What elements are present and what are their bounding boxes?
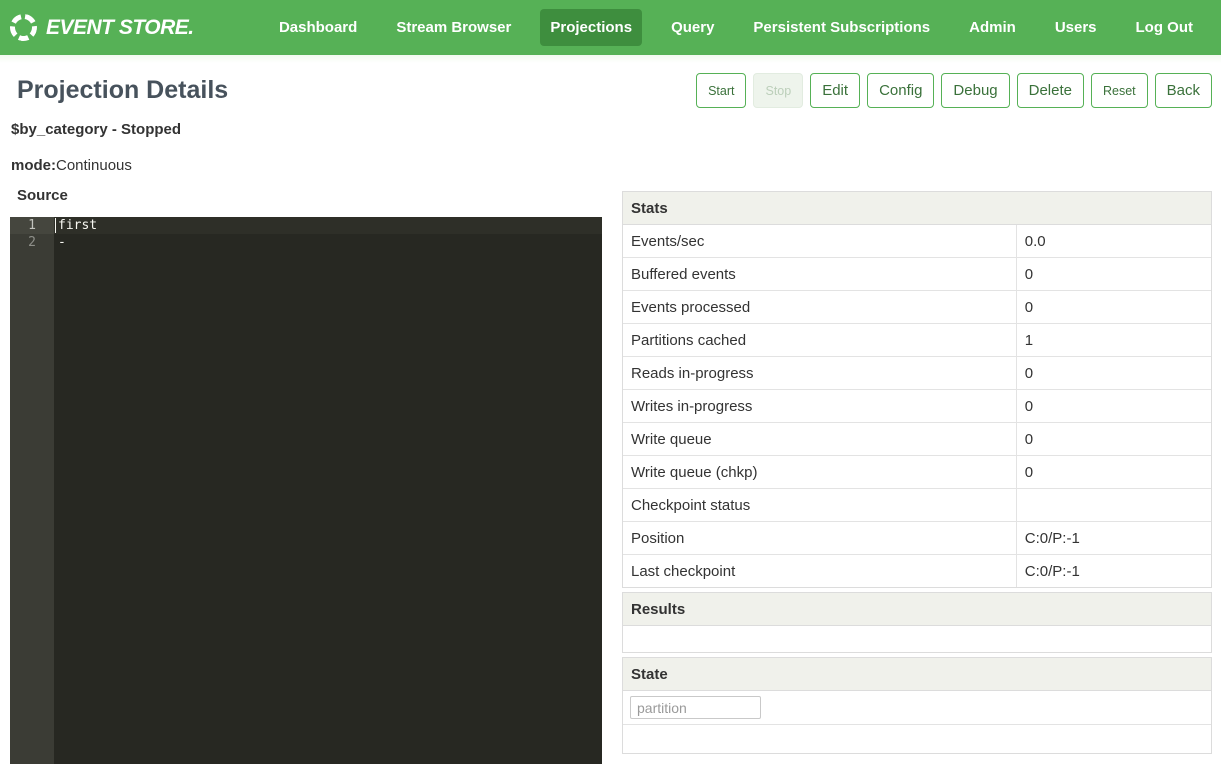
stat-label: Checkpoint status bbox=[623, 489, 1016, 521]
stat-row: Reads in-progress 0 bbox=[623, 357, 1211, 390]
stat-label: Partitions cached bbox=[623, 324, 1016, 356]
page-tint-strip bbox=[0, 55, 1221, 63]
action-button[interactable]: Delete bbox=[1017, 73, 1084, 108]
stats-rows: Events/sec 0.0 Buffered events 0 Events … bbox=[623, 225, 1211, 587]
stat-label: Write queue bbox=[623, 423, 1016, 455]
mode-label: mode: bbox=[11, 157, 56, 174]
stat-label: Write queue (chkp) bbox=[623, 456, 1016, 488]
nav-item[interactable]: Admin bbox=[959, 9, 1026, 46]
nav-item[interactable]: Query bbox=[661, 9, 724, 46]
action-button[interactable]: Edit bbox=[810, 73, 860, 108]
stat-value: C:0/P:-1 bbox=[1016, 522, 1211, 554]
page-header: Projection Details StartStopEditConfigDe… bbox=[10, 63, 1212, 116]
editor-code-area[interactable]: first- bbox=[54, 217, 602, 764]
stat-value: 0 bbox=[1016, 291, 1211, 323]
stat-value: 0.0 bbox=[1016, 225, 1211, 257]
source-label: Source bbox=[10, 187, 602, 204]
stat-label: Events/sec bbox=[623, 225, 1016, 257]
nav-item[interactable]: Dashboard bbox=[269, 9, 367, 46]
action-button[interactable]: Back bbox=[1155, 73, 1212, 108]
results-empty-row bbox=[623, 626, 1211, 652]
brand-name: EVENT STORE. bbox=[46, 16, 194, 40]
partition-input[interactable] bbox=[630, 696, 761, 719]
stats-panel-title: Stats bbox=[623, 192, 1211, 225]
source-section: Source 12 first- bbox=[10, 187, 602, 764]
nav-item[interactable]: Persistent Subscriptions bbox=[743, 9, 940, 46]
nav-item[interactable]: Stream Browser bbox=[386, 9, 521, 46]
results-panel: Results bbox=[622, 592, 1212, 653]
action-button[interactable]: Reset bbox=[1091, 73, 1148, 108]
stat-row: Events/sec 0.0 bbox=[623, 225, 1211, 258]
stat-row: Events processed 0 bbox=[623, 291, 1211, 324]
action-button[interactable]: Start bbox=[696, 73, 746, 108]
results-panel-title: Results bbox=[623, 593, 1211, 626]
stat-label: Events processed bbox=[623, 291, 1016, 323]
eventstore-logo[interactable]: EVENT STORE. bbox=[10, 14, 194, 41]
stats-panel: Stats Events/sec 0.0 Buffered events 0 E… bbox=[622, 191, 1212, 588]
code-line: first bbox=[54, 217, 602, 234]
code-line: - bbox=[54, 234, 602, 251]
nav-item[interactable]: Users bbox=[1045, 9, 1107, 46]
action-button[interactable]: Debug bbox=[941, 73, 1009, 108]
stat-value bbox=[1016, 489, 1211, 521]
state-panel: State bbox=[622, 657, 1212, 754]
stat-row: Partitions cached 1 bbox=[623, 324, 1211, 357]
top-navbar: EVENT STORE. Dashboard Stream Browser Proj… bbox=[0, 0, 1221, 55]
page-title: Projection Details bbox=[10, 76, 228, 105]
stat-row: Position C:0/P:-1 bbox=[623, 522, 1211, 555]
stat-label: Writes in-progress bbox=[623, 390, 1016, 422]
action-button[interactable]: Stop bbox=[753, 73, 803, 108]
stat-label: Reads in-progress bbox=[623, 357, 1016, 389]
editor-line-numbers: 12 bbox=[10, 217, 54, 764]
line-number: 1 bbox=[10, 217, 54, 234]
source-code-editor[interactable]: 12 first- bbox=[10, 217, 602, 764]
state-empty-row bbox=[623, 725, 1211, 753]
state-input-row bbox=[623, 691, 1211, 725]
stat-row: Last checkpoint C:0/P:-1 bbox=[623, 555, 1211, 587]
stat-row: Checkpoint status bbox=[623, 489, 1211, 522]
stat-value: 0 bbox=[1016, 258, 1211, 290]
line-number: 2 bbox=[10, 234, 54, 251]
projection-action-buttons: StartStopEditConfigDebugDeleteResetBack bbox=[696, 73, 1212, 108]
eventstore-ring-icon bbox=[7, 11, 39, 43]
stat-value: C:0/P:-1 bbox=[1016, 555, 1211, 587]
nav-item[interactable]: Projections bbox=[540, 9, 642, 46]
stat-row: Writes in-progress 0 bbox=[623, 390, 1211, 423]
stat-value: 0 bbox=[1016, 456, 1211, 488]
state-panel-title: State bbox=[623, 658, 1211, 691]
action-button[interactable]: Config bbox=[867, 73, 934, 108]
projection-mode: mode:Continuous bbox=[10, 138, 1212, 174]
stat-label: Position bbox=[623, 522, 1016, 554]
stat-row: Write queue 0 bbox=[623, 423, 1211, 456]
stat-value: 0 bbox=[1016, 357, 1211, 389]
stat-label: Last checkpoint bbox=[623, 555, 1016, 587]
stat-value: 0 bbox=[1016, 423, 1211, 455]
stat-row: Buffered events 0 bbox=[623, 258, 1211, 291]
nav-item[interactable]: Log Out bbox=[1126, 9, 1203, 46]
stat-value: 1 bbox=[1016, 324, 1211, 356]
stat-label: Buffered events bbox=[623, 258, 1016, 290]
projection-name-status: $by_category - Stopped bbox=[10, 116, 1212, 138]
stat-row: Write queue (chkp) 0 bbox=[623, 456, 1211, 489]
mode-value: Continuous bbox=[56, 157, 132, 174]
stat-value: 0 bbox=[1016, 390, 1211, 422]
editor-caret bbox=[55, 218, 56, 233]
nav-menu: Dashboard Stream Browser Projections Query P… bbox=[269, 9, 1203, 46]
